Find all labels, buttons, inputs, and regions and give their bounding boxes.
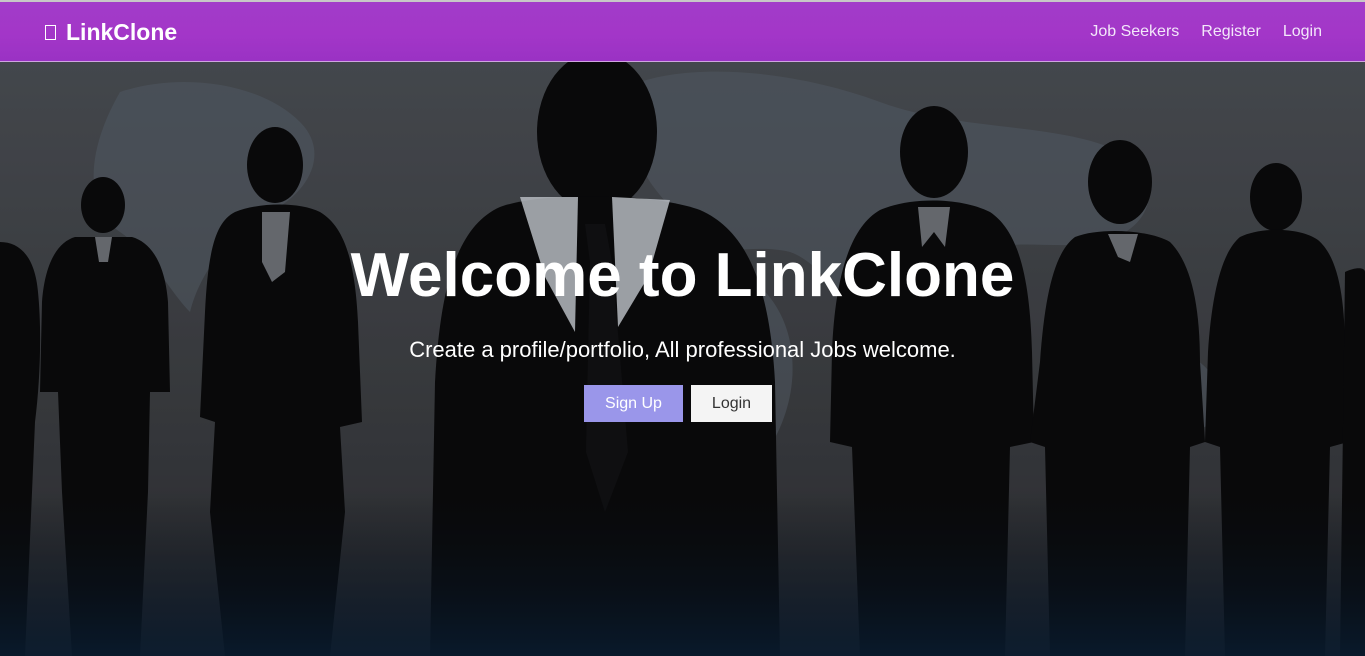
signup-button[interactable]: Sign Up bbox=[584, 385, 683, 422]
nav-link-job-seekers[interactable]: Job Seekers bbox=[1090, 20, 1179, 44]
hero-buttons: Sign Up Login bbox=[0, 385, 1365, 422]
nav-links: Job Seekers Register Login bbox=[1090, 20, 1322, 44]
login-button[interactable]: Login bbox=[691, 385, 772, 422]
nav-link-login[interactable]: Login bbox=[1283, 20, 1322, 44]
brand-name: LinkClone bbox=[66, 18, 178, 45]
hero-title: Welcome to LinkClone bbox=[350, 241, 1015, 310]
briefcase-icon bbox=[45, 25, 56, 40]
hero-subtitle: Create a profile/portfolio, All professi… bbox=[409, 337, 956, 362]
hero-section: Welcome to LinkClone Create a profile/po… bbox=[0, 62, 1365, 656]
brand-link[interactable]: LinkClone bbox=[45, 17, 177, 47]
top-navbar: LinkClone Job Seekers Register Login bbox=[0, 0, 1365, 62]
hero-content: Welcome to LinkClone Create a profile/po… bbox=[0, 62, 1365, 656]
nav-link-register[interactable]: Register bbox=[1201, 20, 1261, 44]
page: LinkClone Job Seekers Register Login Wel… bbox=[0, 0, 1365, 656]
